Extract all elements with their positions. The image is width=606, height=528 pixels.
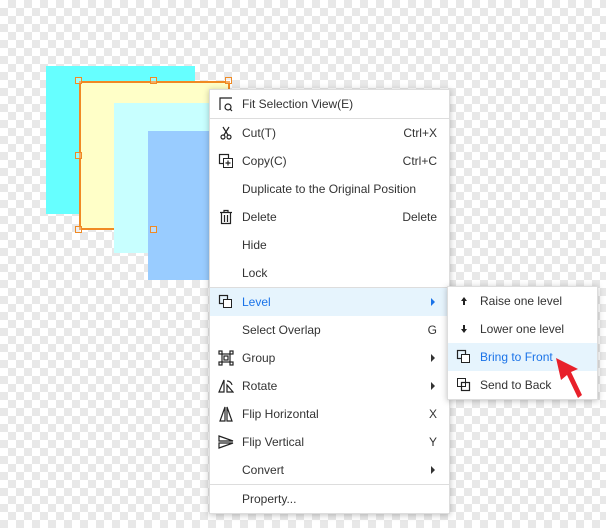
menu-item-hide[interactable]: Hide [210, 231, 449, 259]
flip-vertical-icon [210, 434, 242, 450]
menu-item-group[interactable]: Group [210, 344, 449, 372]
menu-item-shortcut: X [428, 407, 437, 421]
copy-icon [210, 153, 242, 169]
menu-item-level[interactable]: Level [210, 288, 449, 316]
chevron-right-icon [431, 466, 435, 474]
menu-item-label: Lower one level [480, 322, 565, 336]
scissors-icon [210, 125, 242, 141]
menu-item-label: Group [242, 351, 276, 365]
menu-item-label: Hide [242, 238, 267, 252]
menu-item-flip-vertical[interactable]: Flip Vertical Y [210, 428, 449, 456]
blue-rectangle[interactable] [148, 131, 214, 280]
context-menu: Fit Selection View(E) Cut(T) Ctrl+X Copy(C)… [209, 89, 450, 514]
menu-item-copy-c[interactable]: Copy(C) Ctrl+C [210, 147, 449, 175]
fit-view-icon [210, 96, 242, 112]
menu-item-property[interactable]: Property... [210, 485, 449, 513]
menu-item-shortcut: G [427, 323, 437, 337]
chevron-right-icon [431, 298, 435, 306]
trash-icon [210, 209, 242, 225]
menu-item-lock[interactable]: Lock [210, 259, 449, 287]
selection-handle[interactable] [75, 226, 82, 233]
menu-item-label: Cut(T) [242, 126, 276, 140]
menu-item-label: Lock [242, 266, 268, 280]
menu-item-label: Convert [242, 463, 285, 477]
menu-item-lower-one-level[interactable]: Lower one level [448, 315, 597, 343]
menu-item-fit-selection-view-e[interactable]: Fit Selection View(E) [210, 90, 449, 118]
menu-item-flip-horizontal[interactable]: Flip Horizontal X [210, 400, 449, 428]
group-icon [210, 350, 242, 366]
rotate-icon [210, 378, 242, 394]
chevron-right-icon [431, 382, 435, 390]
selection-handle[interactable] [75, 77, 82, 84]
arrow-up-icon [448, 293, 480, 309]
menu-item-delete[interactable]: Delete Delete [210, 203, 449, 231]
menu-item-label: Rotate [242, 379, 278, 393]
red-pointer-arrow-icon [556, 358, 582, 398]
menu-item-rotate[interactable]: Rotate [210, 372, 449, 400]
menu-item-label: Copy(C) [242, 154, 287, 168]
menu-item-cut-t[interactable]: Cut(T) Ctrl+X [210, 119, 449, 147]
menu-item-label: Property... [242, 492, 297, 506]
menu-item-label: Fit Selection View(E) [242, 97, 354, 111]
send-to-back-icon [448, 377, 480, 393]
menu-item-shortcut: Ctrl+X [403, 126, 437, 140]
menu-item-label: Level [242, 295, 271, 309]
menu-item-label: Delete [242, 210, 277, 224]
menu-item-duplicate-to-the-original-position[interactable]: Duplicate to the Original Position [210, 175, 449, 203]
flip-horizontal-icon [210, 406, 242, 422]
menu-item-raise-one-level[interactable]: Raise one level [448, 287, 597, 315]
menu-item-label: Duplicate to the Original Position [242, 182, 417, 196]
bring-to-front-icon [448, 349, 480, 365]
menu-item-shortcut: Y [428, 435, 437, 449]
menu-item-label: Raise one level [480, 294, 563, 308]
menu-item-convert[interactable]: Convert [210, 456, 449, 484]
arrow-down-icon [448, 321, 480, 337]
menu-item-label: Select Overlap [242, 323, 321, 337]
chevron-right-icon [431, 354, 435, 362]
menu-item-select-overlap[interactable]: Select Overlap G [210, 316, 449, 344]
menu-item-label: Flip Horizontal [242, 407, 319, 421]
layers-icon [210, 294, 242, 310]
menu-item-shortcut: Delete [402, 210, 437, 224]
menu-item-label: Flip Vertical [242, 435, 305, 449]
selection-handle[interactable] [150, 226, 157, 233]
menu-item-shortcut: Ctrl+C [402, 154, 437, 168]
selection-handle[interactable] [225, 77, 232, 84]
selection-handle[interactable] [150, 77, 157, 84]
selection-handle[interactable] [75, 152, 82, 159]
